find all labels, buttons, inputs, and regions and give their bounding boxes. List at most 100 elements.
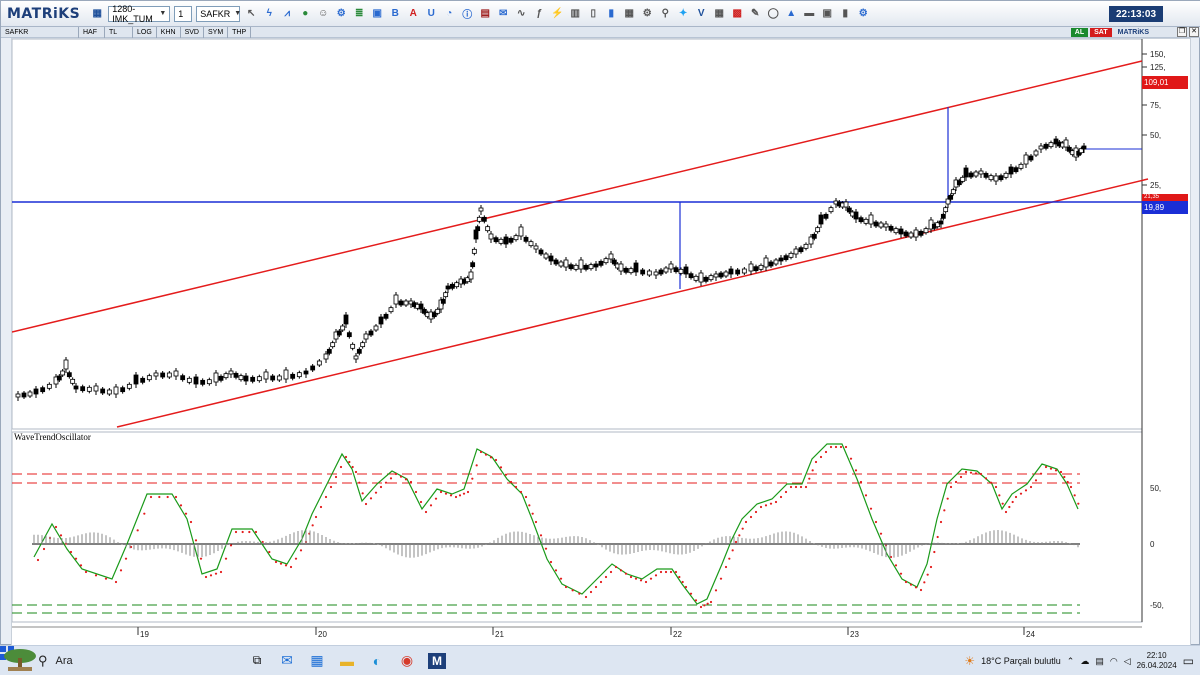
news-icon[interactable]: ✉ <box>496 7 510 21</box>
signal-dot <box>1014 495 1018 499</box>
grid-icon[interactable]: ▣ <box>370 7 384 21</box>
candle-body <box>200 379 206 385</box>
task-view-icon[interactable]: ⧉ <box>242 646 272 676</box>
analysis-icon[interactable]: ⚡ <box>550 7 564 21</box>
candle-body <box>393 294 399 305</box>
info-icon[interactable]: ⓘ <box>460 7 474 21</box>
signal-dot <box>36 558 40 562</box>
folder-icon[interactable]: ▬ <box>802 7 816 21</box>
report-icon[interactable]: ▤ <box>478 7 492 21</box>
tab-log[interactable]: LOG <box>133 26 157 38</box>
weather-icon[interactable]: ☀ <box>964 654 975 668</box>
tab-tl[interactable]: TL <box>105 26 133 38</box>
volume-icon[interactable]: ◁ <box>1124 656 1131 667</box>
network-icon[interactable]: ▤ <box>1095 656 1104 667</box>
taskbar-search[interactable]: ⚲ Ara <box>30 646 198 676</box>
notification-icon[interactable]: ▭ <box>1183 654 1194 668</box>
signal-dot <box>594 585 598 589</box>
font-color-icon[interactable]: A <box>406 7 420 21</box>
symbol-select[interactable]: SAFKR ▼ <box>196 5 241 22</box>
candle-body <box>126 383 132 389</box>
bold-icon[interactable]: B <box>388 7 402 21</box>
settings-icon[interactable]: ⚙ <box>640 7 654 21</box>
layout-icon[interactable]: ▩ <box>730 7 744 21</box>
options-icon[interactable]: ⚙ <box>856 7 870 21</box>
candle-body <box>788 252 794 258</box>
period-select[interactable]: 1 <box>174 5 193 22</box>
news2-icon[interactable]: ▦ <box>712 7 726 21</box>
candle-body <box>40 387 46 393</box>
candle-body <box>878 222 884 228</box>
weather-text[interactable]: 18°C Parçalı bulutlu <box>981 656 1061 666</box>
magic-icon[interactable]: ϟ <box>262 7 276 21</box>
sell-button[interactable]: SAT <box>1090 28 1112 37</box>
mail-icon[interactable]: ✉ <box>272 646 302 676</box>
candle-body <box>553 259 559 265</box>
candle-body <box>403 300 409 306</box>
table-icon[interactable]: ▥ <box>568 7 582 21</box>
template-select[interactable]: 1280-IMK_TUM ▼ <box>108 4 171 24</box>
buy-button[interactable]: AL <box>1070 28 1089 37</box>
formula-icon[interactable]: ƒ <box>532 7 546 21</box>
globe-icon[interactable]: ● <box>298 7 312 21</box>
verify-icon[interactable]: V <box>694 7 708 21</box>
candle-body <box>283 369 289 380</box>
signal-dot <box>439 490 443 494</box>
signal-dot <box>489 456 493 459</box>
signal-dot <box>524 495 528 499</box>
file-explorer-icon[interactable]: ▬ <box>332 646 362 676</box>
candle-body <box>478 207 484 212</box>
tab-thp[interactable]: THP <box>228 26 252 38</box>
wifi-icon[interactable]: ◠ <box>1110 656 1118 667</box>
candle-body <box>1043 143 1049 149</box>
candle-body <box>678 268 684 274</box>
signal-dot <box>509 480 513 484</box>
twitter-icon[interactable]: ✦ <box>676 7 690 21</box>
cloud-icon[interactable]: ☁ <box>1080 656 1089 667</box>
restore-icon[interactable]: ❐ <box>1177 27 1187 37</box>
signal-dot <box>409 480 413 484</box>
mobile-icon[interactable]: ▮ <box>838 7 852 21</box>
candle-body <box>863 218 869 224</box>
tab-sym[interactable]: SYM <box>204 26 229 38</box>
matriks-app-icon[interactable]: M <box>422 646 452 676</box>
candle-body <box>718 272 724 278</box>
close-icon[interactable]: ✕ <box>1189 27 1199 37</box>
tab-haf[interactable]: HAF <box>79 26 105 38</box>
chart-area[interactable]: 150,125,100,75,50,25,50,0-50,19202122232… <box>11 38 1191 646</box>
signal-dot <box>703 604 706 607</box>
phone-icon[interactable]: ▮ <box>604 7 618 21</box>
gear-icon[interactable]: ⚙ <box>334 7 348 21</box>
alarm-icon[interactable]: ▲ <box>784 7 798 21</box>
chrome-icon[interactable]: ◉ <box>392 646 422 676</box>
shape-icon[interactable]: ◔ <box>442 7 456 21</box>
candle-body <box>93 385 99 392</box>
tab-svd[interactable]: SVD <box>181 26 204 38</box>
candle-body <box>558 261 564 267</box>
chat-icon[interactable]: ◯ <box>766 7 780 21</box>
taskbar-clock[interactable]: 22:10 26.04.2024 <box>1137 651 1177 671</box>
signal-dot <box>1001 502 1004 505</box>
matriks-logo: MATRiKS <box>7 5 81 22</box>
widget-tree-icon[interactable] <box>4 646 242 676</box>
signal-dot <box>458 494 462 497</box>
document-icon[interactable]: ▯ <box>586 7 600 21</box>
underline-icon[interactable]: U <box>424 7 438 21</box>
line-chart-icon[interactable]: ∿ <box>514 7 528 21</box>
edit-icon[interactable]: ✎ <box>748 7 762 21</box>
edge-icon[interactable]: ◐ <box>362 646 392 676</box>
signal-dot <box>714 589 718 592</box>
store-icon[interactable]: ▦ <box>302 646 332 676</box>
calendar-icon[interactable]: ▦ <box>622 7 636 21</box>
tab-khn[interactable]: KHN <box>157 26 181 38</box>
smile-icon[interactable]: ☺ <box>316 7 330 21</box>
chevron-up-icon[interactable]: ⌃ <box>1067 656 1075 667</box>
cursor-icon[interactable]: ↖ <box>244 7 258 21</box>
search-icon[interactable]: ⚲ <box>658 7 672 21</box>
save-icon[interactable]: ▦ <box>90 7 104 21</box>
print-icon[interactable]: ▣ <box>820 7 834 21</box>
signal-dot <box>479 450 483 454</box>
chart-type-icon[interactable]: ⩘ <box>280 7 294 21</box>
signal-dot <box>454 495 458 499</box>
list-icon[interactable]: ≣ <box>352 7 366 21</box>
